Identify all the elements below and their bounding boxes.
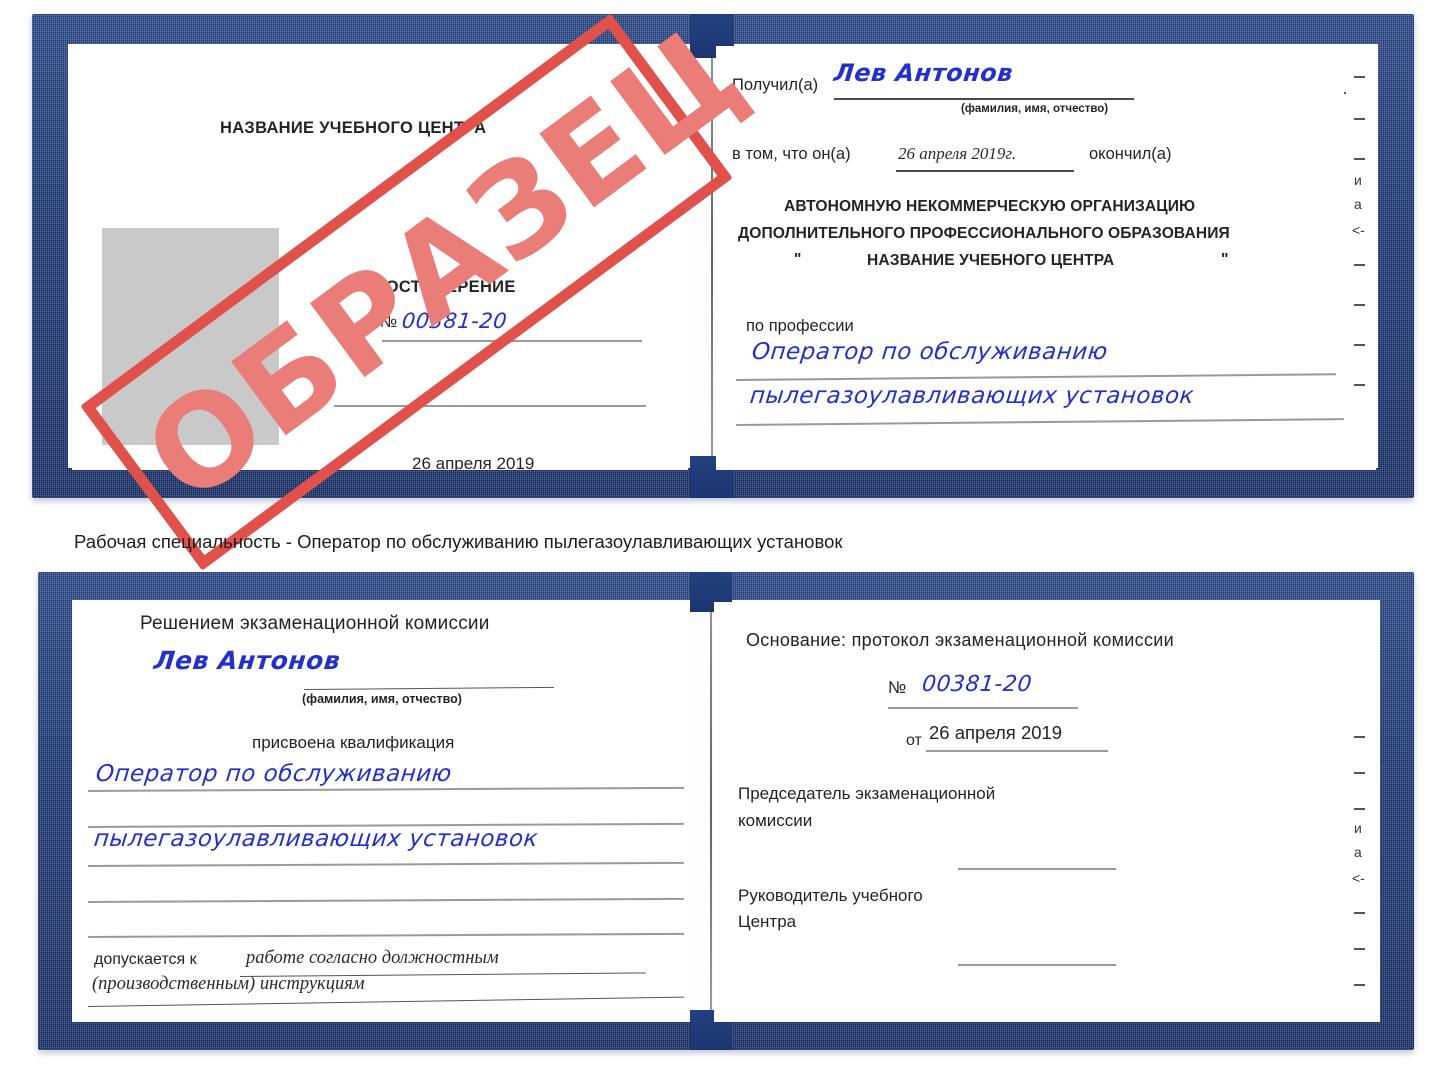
sliver-glyph-1: и [1354, 172, 1362, 188]
fio-hint-top: (фамилия, имя, отчество) [961, 103, 1109, 115]
org-line-3: НАЗВАНИЕ УЧЕБНОГО ЦЕНТРА [867, 252, 1115, 269]
protocol-from-prefix: от [906, 732, 922, 749]
received-label: Получил(а) [732, 76, 819, 94]
qualification-line-1: Оператор по обслуживанию [94, 761, 454, 787]
sliver-b-dash-2 [1354, 772, 1365, 774]
head-line-1: Руководитель учебного [738, 886, 923, 905]
sliver-dash-6 [1354, 344, 1365, 346]
sliver-b-dash-5 [1354, 948, 1365, 950]
org-quote-close: " [1221, 251, 1229, 268]
org-line-1: АВТОНОМНУЮ НЕКОММЕРЧЕСКУЮ ОРГАНИЗАЦИЮ [784, 198, 1196, 215]
org-quote-open: " [794, 251, 802, 268]
head-signature-rule [958, 964, 1116, 966]
issued-value: 26 апреля 2019 [412, 454, 535, 470]
qualification-label: присвоена квалификация [252, 733, 455, 752]
sliver-dash-2 [1354, 118, 1365, 120]
cert-top-spine [711, 46, 713, 470]
sliver-b-dash-3 [1354, 808, 1365, 810]
sliver-dash-1 [1354, 76, 1365, 78]
profession-rule-2 [735, 418, 1344, 426]
sliver-b-glyph-3: <- [1352, 870, 1365, 886]
sliver-b-dash-6 [1354, 984, 1365, 986]
decision-name-value: Лев Антонов [152, 646, 342, 675]
qual-rule-4 [87, 897, 684, 903]
allowed-rule-2 [87, 996, 684, 1007]
decision-title: Решением экзаменационной комиссии [140, 613, 490, 634]
org-title-top-left: НАЗВАНИЕ УЧЕБНОГО ЦЕНТРА [220, 119, 487, 137]
qual-rule-3 [87, 861, 684, 867]
fio-hint-bottom: (фамилия, имя, отчество) [302, 692, 462, 706]
cert-top-left-page: НАЗВАНИЕ УЧЕБНОГО ЦЕНТРА УДОСТОВЕРЕНИЕ №… [72, 46, 688, 470]
protocol-from-rule [926, 750, 1108, 752]
basis-label: Основание: протокол экзаменационной коми… [746, 630, 1174, 650]
number-rule-top-left [382, 340, 642, 342]
qual-rule-5 [87, 932, 684, 938]
that-label: в том, что он(а) [732, 145, 851, 163]
allowed-value-1: работе согласно должностным [246, 948, 499, 968]
protocol-number-prefix: № [888, 678, 907, 697]
received-rule [834, 98, 1134, 100]
allowed-value-2: (производственным) инструкциям [92, 974, 365, 994]
sliver-dash-3 [1354, 158, 1365, 160]
chairman-line-2: комиссии [738, 811, 813, 830]
received-value: Лев Антонов [832, 59, 1015, 87]
sliver-b-dash-1 [1354, 736, 1365, 738]
profession-line-1: Оператор по обслуживанию [750, 339, 1110, 365]
number-value-top-left: 00381-20 [400, 309, 509, 333]
chairman-signature-rule [958, 868, 1116, 870]
qualification-line-2: пылегазоулавливающих установок [92, 826, 540, 852]
sliver-dash-5 [1354, 304, 1365, 306]
allowed-label: допускается к [94, 951, 197, 968]
that-rule [896, 170, 1074, 172]
profession-label: по профессии [746, 317, 854, 335]
sliver-glyph-2: а [1354, 196, 1362, 212]
blank-rule-top-left [334, 405, 646, 407]
protocol-number-value: 00381-20 [920, 672, 1034, 697]
protocol-number-rule [888, 707, 1078, 709]
cert-top-right-page: Получил(а) Лев Антонов (фамилия, имя, от… [716, 46, 1346, 470]
cert-bottom-spine [710, 602, 712, 1022]
profession-rule-1 [735, 373, 1336, 381]
number-prefix-top-left: № [380, 314, 398, 331]
sliver-dash-4 [1354, 264, 1365, 266]
head-line-2: Центра [738, 912, 797, 931]
sliver-glyph-3: <- [1352, 222, 1365, 238]
finished-label: окончил(а) [1089, 145, 1172, 163]
sliver-b-glyph-2: а [1354, 844, 1362, 860]
cert-bottom-edge-sliver: и а <- [1346, 602, 1376, 1022]
photo-placeholder [102, 228, 279, 445]
decision-name-rule [303, 686, 554, 690]
doc-kind-label: УДОСТОВЕРЕНИЕ [364, 278, 516, 296]
cert-bottom-right-page: Основание: протокол экзаменационной коми… [714, 602, 1346, 1022]
sliver-b-glyph-1: и [1354, 820, 1362, 836]
protocol-from-value: 26 апреля 2019 [929, 722, 1063, 743]
qual-rule-1 [87, 786, 684, 792]
page-caption: Рабочая специальность - Оператор по обсл… [74, 531, 843, 552]
issued-label: Выдано [330, 466, 388, 470]
chairman-line-1: Председатель экзаменационной [738, 784, 996, 803]
cert-bottom-left-page: Решением экзаменационной комиссии Лев Ан… [74, 602, 688, 1022]
that-value: 26 апреля 2019г. [898, 144, 1017, 163]
org-line-2: ДОПОЛНИТЕЛЬНОГО ПРОФЕССИОНАЛЬНОГО ОБРАЗО… [738, 225, 1230, 242]
cert-top-edge-sliver: и а <- [1346, 46, 1376, 470]
sliver-dash-7 [1354, 384, 1365, 386]
profession-line-2: пылегазоулавливающих установок [748, 383, 1196, 409]
sliver-b-dash-4 [1354, 912, 1365, 914]
